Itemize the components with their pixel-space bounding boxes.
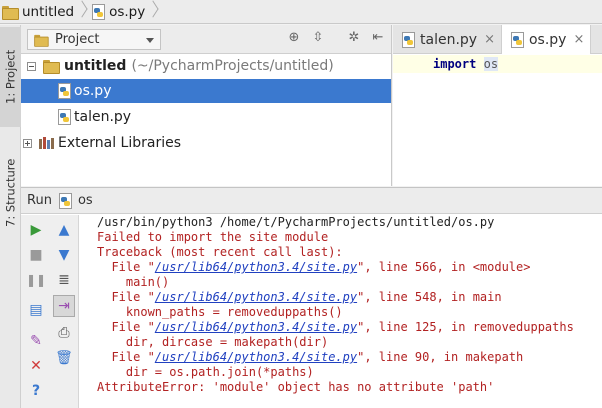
- expand-icon[interactable]: [23, 138, 32, 148]
- breadcrumb-separator-icon: [77, 1, 87, 23]
- scroll-up-icon[interactable]: ▲: [55, 221, 73, 239]
- project-panel-header: Project ⊕ ⇳ ✲ ⇤: [21, 25, 391, 54]
- run-config-name[interactable]: os: [78, 193, 93, 208]
- code-keyword: import: [433, 57, 477, 71]
- console-line: known_paths = removeduppaths(): [97, 305, 343, 319]
- pin-icon[interactable]: ✎: [27, 332, 45, 350]
- scroll-down-icon[interactable]: ▼: [55, 246, 73, 264]
- trash-icon[interactable]: 🗑: [55, 349, 73, 367]
- tree-row-project-root[interactable]: untitled (~/PycharmProjects/untitled): [21, 54, 391, 78]
- folder-icon: [43, 60, 60, 74]
- tool-tab-structure[interactable]: 7: Structure: [0, 143, 21, 243]
- console-line: AttributeError: 'module' object has no a…: [97, 380, 495, 394]
- project-panel: Project ⊕ ⇳ ✲ ⇤ untitled (~/PycharmProje…: [21, 25, 392, 186]
- breadcrumb: untitled os.py: [0, 0, 602, 24]
- close-icon[interactable]: ×: [484, 32, 495, 47]
- tab-label: os.py: [528, 31, 567, 48]
- hide-panel-icon[interactable]: ⇤: [369, 30, 387, 45]
- project-panel-tools: ⊕ ⇳ ✲ ⇤: [285, 30, 387, 45]
- tree-row-external-libraries[interactable]: External Libraries: [21, 131, 391, 155]
- tree-label-path: (~/PycharmProjects/untitled): [131, 58, 334, 74]
- console-line: File "/usr/lib64/python3.4/site.py", lin…: [97, 350, 524, 364]
- tree-row-os-py[interactable]: os.py: [21, 79, 391, 103]
- python-file-icon: [510, 31, 524, 48]
- run-title: Run: [27, 193, 52, 208]
- console-line: File "/usr/lib64/python3.4/site.py", lin…: [97, 290, 502, 304]
- python-file-icon: [91, 3, 106, 20]
- console-line: dir, dircase = makepath(dir): [97, 335, 329, 349]
- rerun-icon[interactable]: ▶: [27, 221, 45, 239]
- tree-label: talen.py: [74, 109, 132, 125]
- close-icon[interactable]: ×: [573, 32, 584, 47]
- breadcrumb-file[interactable]: os.py: [91, 3, 146, 20]
- code-line[interactable]: import os: [393, 55, 602, 73]
- project-view-selector[interactable]: Project: [27, 29, 161, 50]
- stop-icon[interactable]: ■: [27, 246, 45, 264]
- console-line: dir = os.path.join(*paths): [97, 365, 314, 379]
- editor-tabs: talen.py × os.py ×: [393, 25, 602, 54]
- console-line: /usr/bin/python3 /home/t/PycharmProjects…: [97, 215, 495, 229]
- breadcrumb-separator-icon: [148, 1, 158, 23]
- collapse-icon[interactable]: [27, 61, 36, 71]
- tool-window-strip: 1: Project 7: Structure: [0, 25, 21, 408]
- code-module: os: [483, 57, 499, 71]
- file-link[interactable]: /usr/lib64/python3.4/site.py: [155, 290, 357, 304]
- print-icon[interactable]: ⎙: [55, 324, 73, 342]
- tool-tab-project[interactable]: 1: Project: [0, 27, 21, 127]
- tree-label: untitled: [64, 58, 127, 74]
- python-file-icon: [57, 83, 71, 99]
- console-line: File "/usr/lib64/python3.4/site.py", lin…: [97, 320, 574, 334]
- gear-icon[interactable]: ✲: [345, 30, 363, 45]
- run-panel: Run os ▶ ■ ❚❚ ▤ ✎ ✕ ? ▲ ▼ ≣ ⇥ ⎙ 🗑 /usr/b…: [21, 187, 602, 408]
- pause-icon[interactable]: ❚❚: [26, 271, 46, 289]
- file-link[interactable]: /usr/lib64/python3.4/site.py: [155, 320, 357, 334]
- console-line: File "/usr/lib64/python3.4/site.py", lin…: [97, 260, 531, 274]
- tree-label: External Libraries: [58, 135, 181, 151]
- project-view-icon: [34, 34, 49, 47]
- chevron-down-icon: [146, 38, 154, 43]
- breadcrumb-project-label: untitled: [22, 3, 75, 20]
- tree-row-talen-py[interactable]: talen.py: [21, 105, 391, 129]
- soft-wrap-icon[interactable]: ≣: [55, 271, 73, 289]
- python-file-icon: [401, 31, 415, 48]
- console-line: Traceback (most recent call last):: [97, 245, 343, 259]
- breadcrumb-file-label: os.py: [109, 3, 146, 20]
- tab-talen-py[interactable]: talen.py ×: [393, 25, 502, 54]
- folder-icon: [2, 5, 19, 20]
- python-file-icon: [57, 109, 71, 125]
- console-output[interactable]: /usr/bin/python3 /home/t/PycharmProjects…: [97, 215, 574, 395]
- breadcrumb-project[interactable]: untitled: [2, 4, 74, 20]
- run-panel-header: Run os: [21, 188, 602, 214]
- collapse-all-icon[interactable]: ⇳: [309, 30, 327, 45]
- file-link[interactable]: /usr/lib64/python3.4/site.py: [155, 260, 357, 274]
- tree-label: os.py: [74, 83, 112, 99]
- file-link[interactable]: /usr/lib64/python3.4/site.py: [155, 350, 357, 364]
- console-line: main(): [97, 275, 170, 289]
- layout-icon[interactable]: ▤: [27, 301, 45, 319]
- close-run-icon[interactable]: ✕: [27, 357, 45, 375]
- library-icon: [39, 137, 54, 149]
- console-line: Failed to import the site module: [97, 230, 329, 244]
- scroll-from-source-icon[interactable]: ⊕: [285, 30, 303, 45]
- editor-area: talen.py × os.py × import os: [393, 25, 602, 186]
- project-view-label: Project: [55, 32, 100, 47]
- tab-label: talen.py: [420, 31, 478, 48]
- python-file-icon: [58, 192, 72, 209]
- scroll-to-end-icon[interactable]: ⇥: [53, 295, 75, 317]
- tab-os-py[interactable]: os.py ×: [501, 25, 592, 54]
- run-toolbar: ▶ ■ ❚❚ ▤ ✎ ✕ ? ▲ ▼ ≣ ⇥ ⎙ 🗑: [21, 215, 79, 408]
- help-icon[interactable]: ?: [27, 382, 45, 400]
